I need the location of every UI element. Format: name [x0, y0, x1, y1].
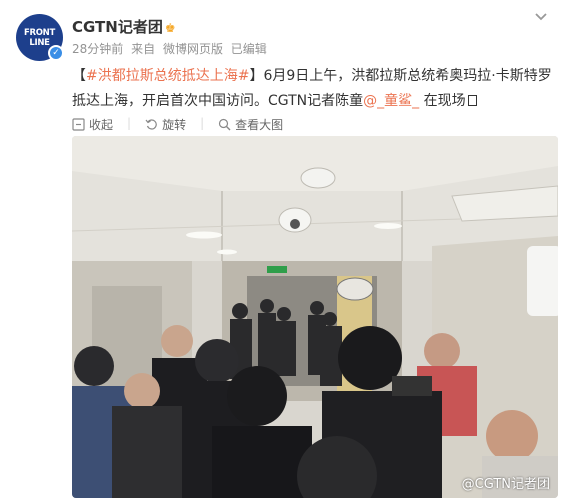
photo-scene: [72, 136, 558, 498]
collapse-button[interactable]: 收起: [72, 116, 113, 133]
view-full-label: 查看大图: [235, 118, 284, 132]
crown-icon: ♚: [164, 21, 176, 35]
account-name[interactable]: CGTN记者团 ♚: [72, 16, 176, 37]
rotate-icon: [145, 119, 157, 130]
topic-link[interactable]: #洪都拉斯总统抵达上海#: [86, 68, 249, 84]
image-actions: 收起 | 旋转 | 查看大图: [72, 116, 283, 133]
photo-watermark: @CGTN记者团: [461, 477, 550, 492]
avatar-line2: LINE: [29, 37, 50, 48]
post-time[interactable]: 28分钟前: [72, 42, 123, 56]
verified-badge-icon: ✓: [48, 45, 64, 61]
bracket-open: 【: [72, 68, 86, 84]
collapse-label: 收起: [89, 118, 114, 132]
rotate-label: 旋转: [162, 118, 187, 132]
mention-link[interactable]: @_童鲨_: [363, 93, 419, 109]
post-meta: 28分钟前 来自 微博网页版 已编辑: [72, 40, 271, 57]
edited-label[interactable]: 已编辑: [231, 42, 267, 56]
post-source: 微博网页版: [162, 42, 223, 56]
post-body-end: 在现场: [419, 93, 466, 109]
account-name-text[interactable]: CGTN记者团: [72, 18, 163, 36]
live-icon: [467, 95, 477, 106]
divider: |: [200, 116, 205, 130]
source-prefix: 来自: [131, 42, 156, 56]
post-photo[interactable]: @CGTN记者团: [72, 136, 558, 498]
view-full-button[interactable]: 查看大图: [218, 116, 283, 133]
avatar-line1: FRONT: [24, 27, 55, 38]
chevron-down-icon[interactable]: [534, 12, 550, 24]
post-text: 【#洪都拉斯总统抵达上海#】6月9日上午，洪都拉斯总统希奥玛拉·卡斯特罗抵达上海…: [72, 64, 556, 114]
magnify-icon: [219, 118, 231, 131]
rotate-button[interactable]: 旋转: [145, 116, 186, 133]
divider: |: [127, 116, 132, 130]
collapse-icon: [72, 118, 85, 131]
bracket-close: 】: [249, 68, 264, 84]
